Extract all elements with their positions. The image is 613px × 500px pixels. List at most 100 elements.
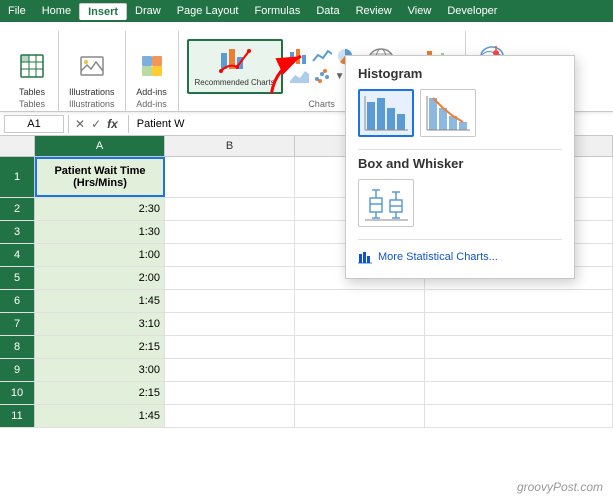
row-num-5: 5 xyxy=(0,267,35,289)
cell-b2[interactable] xyxy=(165,198,295,220)
cell-rest-10[interactable] xyxy=(425,382,613,404)
menu-draw[interactable]: Draw xyxy=(127,3,169,19)
cell-b11[interactable] xyxy=(165,405,295,427)
tables-label: Tables xyxy=(19,87,45,97)
popup-divider2 xyxy=(358,239,562,240)
illustrations-group-label: Illustrations xyxy=(69,99,115,111)
box-whisker-chart-item[interactable] xyxy=(358,179,414,227)
addins-label: Add-ins xyxy=(136,87,167,97)
cell-rest-11[interactable] xyxy=(425,405,613,427)
cell-c6[interactable] xyxy=(295,290,425,312)
ribbon-group-illustrations: Illustrations Illustrations xyxy=(59,31,126,111)
tables-group-label: Tables xyxy=(19,99,45,111)
cell-a5[interactable]: 2:00 xyxy=(35,267,165,289)
addins-button[interactable]: Add-ins xyxy=(132,50,172,99)
histogram-chart-item[interactable] xyxy=(358,89,414,137)
row-num-header xyxy=(0,136,35,156)
addins-group-label: Add-ins xyxy=(136,99,167,111)
formula-divider2 xyxy=(128,115,129,133)
col-header-a[interactable]: A xyxy=(35,136,165,156)
fx-icon[interactable]: fx xyxy=(105,117,120,131)
table-row: 9 3:00 xyxy=(0,359,613,382)
menu-file[interactable]: File xyxy=(0,3,34,19)
cell-b1[interactable] xyxy=(165,157,295,197)
cell-rest-9[interactable] xyxy=(425,359,613,381)
cell-b9[interactable] xyxy=(165,359,295,381)
cell-b4[interactable] xyxy=(165,244,295,266)
menu-view[interactable]: View xyxy=(400,3,440,19)
cell-b7[interactable] xyxy=(165,313,295,335)
cell-c11[interactable] xyxy=(295,405,425,427)
chart-type-dropdown: Histogram Bo xyxy=(345,55,575,279)
illustrations-label: Illustrations xyxy=(69,87,115,97)
cell-a6[interactable]: 1:45 xyxy=(35,290,165,312)
pareto-chart-item[interactable] xyxy=(420,89,476,137)
cell-b10[interactable] xyxy=(165,382,295,404)
cell-c9[interactable] xyxy=(295,359,425,381)
cell-a10[interactable]: 2:15 xyxy=(35,382,165,404)
row-num-9: 9 xyxy=(0,359,35,381)
menu-insert[interactable]: Insert xyxy=(79,3,127,20)
cell-a9-value: 3:00 xyxy=(39,364,160,376)
row-num-4: 4 xyxy=(0,244,35,266)
cell-a4[interactable]: 1:00 xyxy=(35,244,165,266)
cell-a11-value: 1:45 xyxy=(39,410,160,422)
cell-a6-value: 1:45 xyxy=(39,295,160,307)
box-whisker-chart-row xyxy=(358,179,562,227)
formula-icons: ✕ ✓ fx xyxy=(73,117,120,131)
row-num-6: 6 xyxy=(0,290,35,312)
row-num-10: 10 xyxy=(0,382,35,404)
cell-rest-8[interactable] xyxy=(425,336,613,358)
cell-a2[interactable]: 2:30 xyxy=(35,198,165,220)
more-charts-dropdown[interactable]: ▼ xyxy=(335,67,345,85)
cell-b6[interactable] xyxy=(165,290,295,312)
cell-a2-value: 2:30 xyxy=(39,203,160,215)
table-row: 6 1:45 xyxy=(0,290,613,313)
cell-a8-value: 2:15 xyxy=(39,341,160,353)
cell-a10-value: 2:15 xyxy=(39,387,160,399)
cell-a4-value: 1:00 xyxy=(39,249,160,261)
cell-a3[interactable]: 1:30 xyxy=(35,221,165,243)
ribbon-group-tables: Tables Tables xyxy=(6,31,59,111)
cell-rest-7[interactable] xyxy=(425,313,613,335)
table-row: 7 3:10 xyxy=(0,313,613,336)
menu-data[interactable]: Data xyxy=(308,3,347,19)
cell-c10[interactable] xyxy=(295,382,425,404)
menu-home[interactable]: Home xyxy=(34,3,79,19)
cell-c7[interactable] xyxy=(295,313,425,335)
menu-page-layout[interactable]: Page Layout xyxy=(169,3,247,19)
menu-formulas[interactable]: Formulas xyxy=(247,3,309,19)
menu-review[interactable]: Review xyxy=(348,3,400,19)
cell-a1-value: Patient Wait Time (Hrs/Mins) xyxy=(41,165,159,189)
cell-b3[interactable] xyxy=(165,221,295,243)
illustrations-button[interactable]: Illustrations xyxy=(65,50,119,99)
cell-a9[interactable]: 3:00 xyxy=(35,359,165,381)
ribbon-group-addins: Add-ins Add-ins xyxy=(126,31,179,111)
cell-rest-6[interactable] xyxy=(425,290,613,312)
cell-b8[interactable] xyxy=(165,336,295,358)
tables-icon xyxy=(18,52,46,85)
more-charts-link-icon xyxy=(358,250,372,264)
cell-b5[interactable] xyxy=(165,267,295,289)
cell-c8[interactable] xyxy=(295,336,425,358)
tables-button[interactable]: Tables xyxy=(12,50,52,99)
addins-icon xyxy=(138,52,166,85)
cancel-icon[interactable]: ✕ xyxy=(73,117,87,131)
row-num-2: 2 xyxy=(0,198,35,220)
cell-a7[interactable]: 3:10 xyxy=(35,313,165,335)
table-row: 8 2:15 xyxy=(0,336,613,359)
more-statistical-charts-link[interactable]: More Statistical Charts... xyxy=(358,246,562,268)
cell-a1[interactable]: Patient Wait Time (Hrs/Mins) xyxy=(35,157,165,197)
menu-developer[interactable]: Developer xyxy=(439,3,505,19)
table-row: 10 2:15 xyxy=(0,382,613,405)
more-statistical-charts-text: More Statistical Charts... xyxy=(378,251,498,263)
recommended-charts-icon xyxy=(219,45,251,76)
box-whisker-title: Box and Whisker xyxy=(358,156,562,171)
cell-reference-input[interactable] xyxy=(4,115,64,133)
confirm-icon[interactable]: ✓ xyxy=(89,117,103,131)
formula-divider xyxy=(68,115,69,133)
cell-a11[interactable]: 1:45 xyxy=(35,405,165,427)
menu-bar: File Home Insert Draw Page Layout Formul… xyxy=(0,0,613,22)
col-header-b[interactable]: B xyxy=(165,136,295,156)
cell-a8[interactable]: 2:15 xyxy=(35,336,165,358)
